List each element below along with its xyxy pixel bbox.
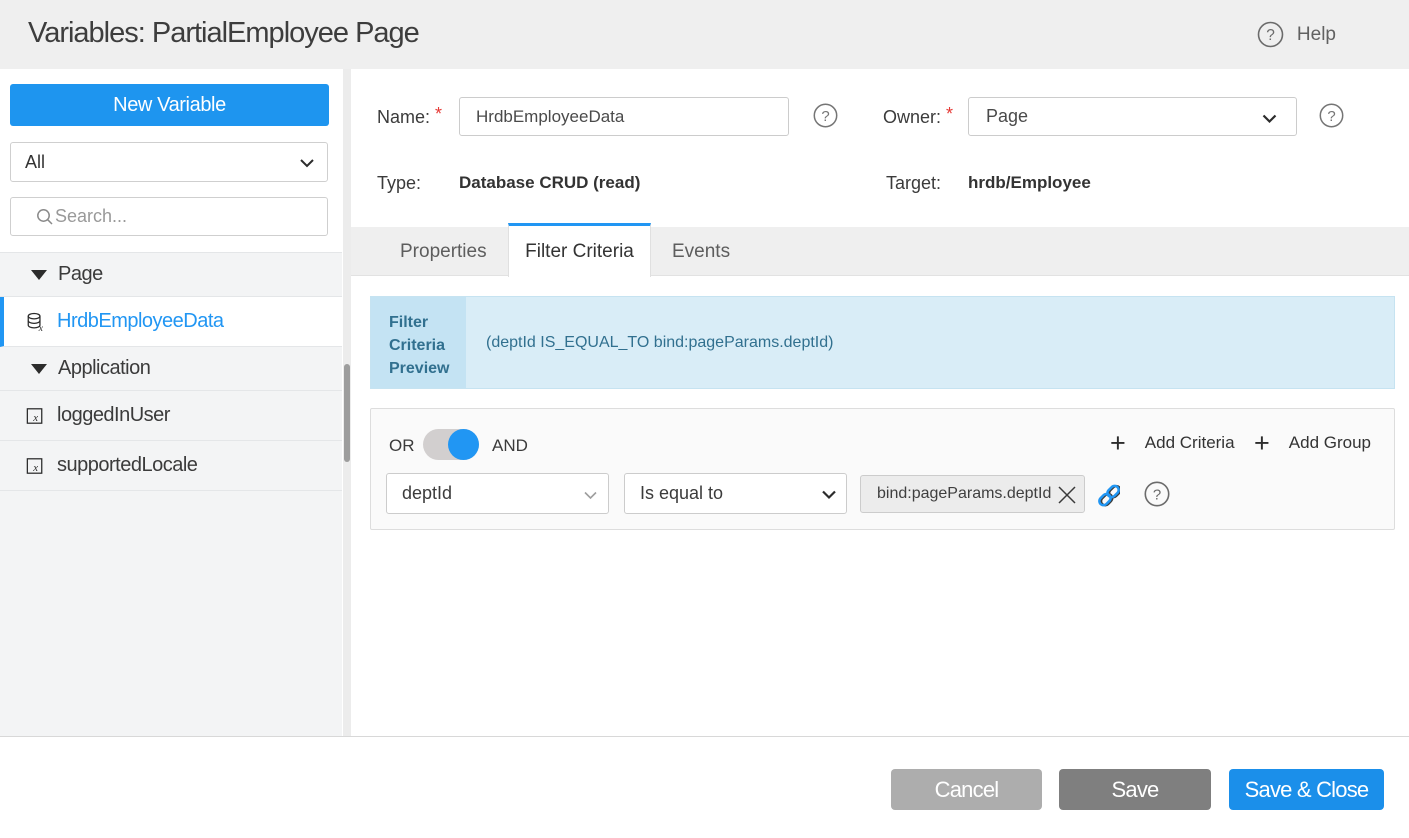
svg-text:?: ? — [1153, 487, 1161, 504]
svg-text:?: ? — [1266, 27, 1275, 44]
svg-text:x: x — [32, 461, 38, 473]
svg-text:?: ? — [821, 108, 829, 125]
svg-text:?: ? — [1327, 108, 1335, 125]
svg-text:x: x — [38, 323, 44, 332]
svg-text:x: x — [32, 411, 38, 423]
